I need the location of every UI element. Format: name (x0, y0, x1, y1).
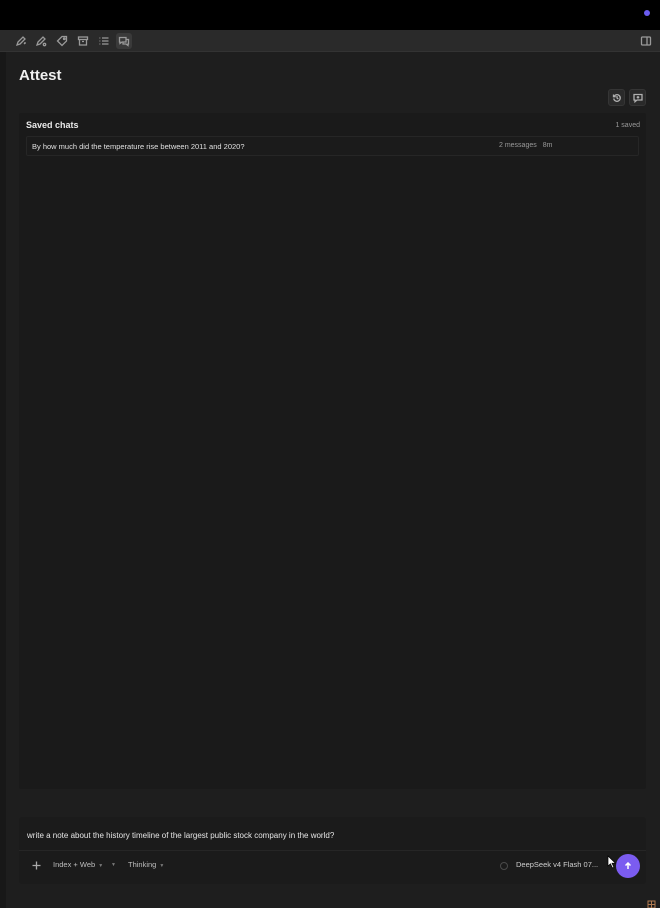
saved-chat-item[interactable]: By how much did the temperature rise bet… (26, 136, 639, 156)
message-input[interactable]: write a note about the history timeline … (27, 831, 627, 840)
send-button[interactable] (616, 854, 640, 878)
saved-chats-panel: Saved chats 1 saved By how much did the … (19, 113, 646, 789)
saved-chat-message-count: 2 messages (499, 142, 537, 149)
new-chat-button[interactable] (629, 89, 646, 106)
chevron-down-icon: ▼ (98, 863, 104, 869)
mode-selector[interactable]: Thinking ▼ (128, 860, 164, 869)
saved-chat-age: 8m (542, 142, 553, 149)
corner-grid-icon (647, 896, 656, 908)
tag-icon[interactable] (54, 33, 70, 49)
window-titlebar (0, 0, 660, 30)
arrow-up-icon (624, 862, 632, 869)
pen-settings-icon[interactable] (33, 33, 49, 49)
add-attachment-button[interactable] (30, 859, 42, 871)
status-indicator-dot (644, 10, 650, 16)
message-composer: write a note about the history timeline … (19, 817, 646, 884)
composer-divider (19, 850, 646, 851)
history-icon (612, 93, 621, 102)
pen-sparkle-icon[interactable] (13, 33, 29, 49)
mouse-cursor-icon (607, 855, 617, 869)
sidebar-toggle-icon[interactable] (638, 33, 654, 49)
plus-icon (32, 861, 40, 869)
page-title: Attest (19, 67, 62, 84)
archive-icon[interactable] (75, 33, 91, 49)
model-status-icon (500, 862, 508, 870)
left-rail (0, 52, 6, 908)
chat-bubbles-icon[interactable] (116, 33, 132, 49)
saved-chats-title: Saved chats (26, 120, 79, 130)
source-selector[interactable]: Index + Web ▼ (53, 860, 103, 869)
chevron-down-icon: ▼ (159, 863, 165, 869)
saved-chat-meta: 2 messages 8m (499, 142, 552, 149)
mode-selector-label: Thinking (128, 860, 157, 869)
source-selector-label: Index + Web (53, 860, 96, 869)
saved-chat-title: By how much did the temperature rise bet… (32, 142, 245, 151)
model-selector[interactable]: DeepSeek v4 Flash 07... (516, 860, 598, 869)
new-chat-icon (632, 93, 643, 103)
saved-chats-count: 1 saved (615, 122, 640, 129)
top-toolbar (0, 30, 660, 52)
history-button[interactable] (608, 89, 625, 106)
list-icon[interactable] (96, 33, 112, 49)
chevron-down-icon[interactable]: ▼ (111, 862, 116, 868)
